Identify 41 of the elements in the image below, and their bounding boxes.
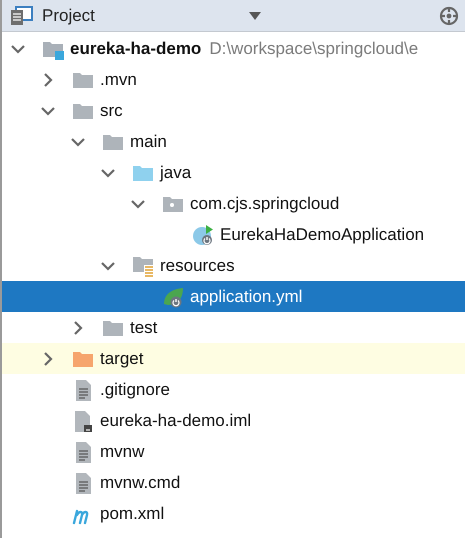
resources-folder-icon [132, 254, 154, 276]
item-name: target [100, 348, 144, 370]
item-name: EurekaHaDemoApplication [220, 224, 424, 246]
tree-row[interactable]: main [2, 126, 465, 157]
item-path: D:\workspace\springcloud\e [209, 38, 418, 60]
item-name: mvnw [100, 440, 144, 463]
panel-title[interactable]: Project [42, 2, 95, 28]
item-name: com.cjs.springcloud [190, 192, 340, 215]
item-name: mvnw.cmd [100, 472, 180, 494]
tree-row[interactable]: pom.xml [2, 498, 465, 529]
tree-row[interactable]: application.yml [2, 281, 465, 312]
tree-row[interactable]: mvnw.cmd [2, 467, 465, 498]
item-name: .mvn [100, 68, 137, 91]
item-name: pom.xml [100, 502, 164, 525]
item-name: eureka-ha-demo.iml [100, 410, 252, 432]
tree-row[interactable]: target [2, 343, 465, 374]
tree-row[interactable]: .gitignore [2, 374, 465, 405]
tree-row[interactable]: .mvn [2, 64, 465, 95]
item-name: main [130, 130, 167, 153]
tree-row[interactable]: eureka-ha-demo D:\workspace\springcloud\e [2, 33, 465, 64]
project-icon [10, 4, 34, 26]
tree-row[interactable]: src [2, 95, 465, 126]
item-name: src [100, 100, 123, 122]
tree-row[interactable]: java [2, 157, 465, 188]
tree-row[interactable]: com.cjs.springcloud [2, 188, 465, 219]
tree-row[interactable]: eureka-ha-demo.iml [2, 405, 465, 436]
module-file-icon [72, 410, 94, 432]
item-name: application.yml [190, 286, 302, 308]
item-name: resources [160, 254, 235, 277]
crosshair-icon[interactable] [439, 6, 459, 26]
spring-leaf-icon [162, 286, 184, 308]
item-name: java [160, 162, 192, 184]
tree-row[interactable]: test [2, 312, 465, 343]
tree-row[interactable]: mvnw [2, 436, 465, 467]
spring-class-icon [192, 224, 214, 246]
tree-row[interactable]: resources [2, 250, 465, 281]
dropdown-caret-icon[interactable] [248, 10, 262, 20]
tree-row[interactable]: EurekaHaDemoApplication [2, 219, 465, 250]
item-name: test [130, 316, 158, 339]
item-name: .gitignore [100, 378, 170, 401]
item-name: eureka-ha-demo [70, 38, 202, 60]
